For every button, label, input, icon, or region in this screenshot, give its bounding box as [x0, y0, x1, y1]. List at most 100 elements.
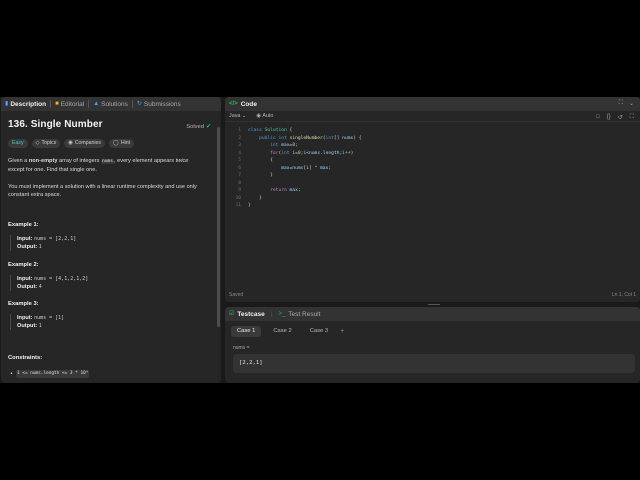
- code-panel: </> Code ⛶ ⌄ Java ⌄ ◉ Auto □ {} ↺ ⛶ 1 2 …: [225, 97, 640, 302]
- input-value: nums = [1]: [34, 315, 65, 321]
- example-output: Output: 1: [17, 322, 64, 330]
- output-label: Output:: [17, 244, 38, 250]
- input-label: Input:: [17, 236, 33, 242]
- tab-testcase[interactable]: Testcase: [237, 311, 264, 318]
- testcase-input[interactable]: [2,2,1]: [233, 354, 635, 373]
- line-number: 2: [238, 135, 241, 141]
- problem-title[interactable]: 136. Single Number: [8, 120, 103, 130]
- maximize-icon[interactable]: ⛶: [619, 100, 623, 107]
- line-number: 11: [235, 203, 241, 208]
- output-value: 4: [38, 284, 42, 290]
- check-circle-icon: ✔: [205, 124, 211, 130]
- hint-chip[interactable]: ◯ Hint: [109, 139, 135, 148]
- desc-bold: non-empty: [28, 158, 58, 164]
- tab-separator: [131, 100, 133, 108]
- language-select[interactable]: Java ⌄: [229, 113, 246, 119]
- case-tabs: Case 1 Case 2 Case 3 +: [231, 326, 344, 337]
- tab-submissions[interactable]: ↻ Submissions: [137, 101, 181, 108]
- example-input: Input: nums = [2,2,1]: [17, 235, 76, 243]
- bookmark-icon[interactable]: □: [596, 114, 600, 121]
- fullscreen-icon[interactable]: ⛶: [630, 114, 634, 121]
- topics-chip[interactable]: ◇ Topics: [31, 139, 61, 148]
- companies-chip[interactable]: ◉ Companies: [64, 139, 106, 148]
- constraints-heading: Constraints:: [8, 355, 43, 361]
- code-line: for(int i=0;i<nums.length;i++): [270, 150, 354, 156]
- code-line: int max=0;: [270, 143, 298, 148]
- line-number: 3: [238, 143, 241, 148]
- solved-badge: Solved ✔: [186, 123, 211, 131]
- code-line: max=nums[i] ^ max;: [281, 165, 332, 171]
- desc-italic: twice: [175, 158, 189, 164]
- example-block: Input: nums = [1] Output: 1: [10, 314, 64, 330]
- code-icon: </>: [229, 101, 238, 107]
- panel-controls: ⛶ ⌄: [619, 100, 634, 107]
- line-number: 8: [238, 180, 241, 186]
- lock-icon: ◉: [256, 113, 262, 119]
- tab-separator: [88, 100, 90, 108]
- inline-code: nums: [100, 159, 115, 164]
- resize-handle[interactable]: [428, 304, 440, 305]
- document-icon: ▮: [5, 101, 9, 107]
- example-output: Output: 4: [17, 283, 88, 291]
- tab-solutions[interactable]: ▲ Solutions: [93, 101, 128, 108]
- line-number: 6: [238, 165, 241, 171]
- example-input: Input: nums = [4,1,2,1,2]: [17, 275, 88, 283]
- tab-submissions-label: Submissions: [143, 100, 181, 108]
- history-icon: ↻: [136, 101, 142, 107]
- hint-label: Hint: [120, 140, 131, 146]
- output-label: Output:: [17, 284, 38, 290]
- example-heading: Example 1:: [8, 222, 39, 228]
- description-body: 136. Single Number Solved ✔ Easy ◇ Topic…: [8, 111, 211, 383]
- line-number: 5: [238, 158, 241, 163]
- code-panel-title: Code: [240, 100, 257, 108]
- tab-separator: |: [270, 310, 273, 318]
- example-heading: Example 2:: [8, 262, 39, 268]
- case-tab-3[interactable]: Case 3: [304, 326, 334, 337]
- testcase-header: ☑ Testcase | >_ Test Result: [225, 307, 640, 321]
- case-tab-1[interactable]: Case 1: [231, 326, 262, 337]
- companies-label: Companies: [74, 140, 102, 146]
- code-editor[interactable]: 1 2 3 4 5 6 7 8 9 10 11 class Solution {…: [225, 127, 640, 287]
- constraint-item: • 1 <= nums.length <= 3 * 10⁴: [10, 370, 90, 378]
- input-label: Input:: [17, 315, 33, 321]
- case-tab-2[interactable]: Case 2: [267, 326, 297, 337]
- output-value: 1: [38, 323, 42, 329]
- tab-test-result[interactable]: Test Result: [288, 311, 320, 318]
- tag-icon: ◇: [35, 140, 40, 146]
- code-line: class Solution {: [248, 128, 293, 133]
- code-line: return max;: [270, 188, 301, 193]
- code-line: public int singleNumber(int[] nums) {: [259, 135, 362, 141]
- desc-text: , every element appears: [114, 158, 176, 164]
- description-paragraph-2: You must implement a solution with a lin…: [8, 184, 197, 198]
- reset-icon[interactable]: ↺: [618, 114, 623, 121]
- tab-description[interactable]: ▮ Description: [5, 101, 46, 108]
- cursor-position: Ln 1, Col 1: [611, 292, 636, 298]
- tab-separator: [50, 100, 52, 108]
- scrollbar[interactable]: [217, 127, 220, 327]
- line-number: 4: [238, 150, 241, 156]
- problem-chips: Easy ◇ Topics ◉ Companies ◯ Hint: [8, 139, 135, 148]
- example-heading: Example 3:: [8, 301, 39, 307]
- lightbulb-icon: ◯: [113, 140, 119, 146]
- line-number: 1: [238, 128, 241, 133]
- code-line: }: [248, 203, 251, 208]
- collapse-icon[interactable]: ⌄: [629, 100, 634, 107]
- code-line: {: [248, 158, 273, 163]
- auto-mode[interactable]: ◉ Auto: [256, 113, 273, 119]
- tab-solutions-label: Solutions: [101, 100, 128, 108]
- language-label: Java: [229, 113, 241, 119]
- tab-editorial[interactable]: ■ Editorial: [55, 101, 84, 108]
- flask-icon: ▲: [93, 101, 100, 107]
- description-tabs: ▮ Description ■ Editorial ▲ Solutions ↻ …: [1, 97, 221, 111]
- add-case-icon[interactable]: +: [340, 328, 344, 335]
- testcase-panel: ☑ Testcase | >_ Test Result Case 1 Case …: [225, 307, 640, 383]
- braces-icon[interactable]: {}: [607, 114, 611, 121]
- example-block: Input: nums = [4,1,2,1,2] Output: 4: [10, 275, 88, 291]
- example-input: Input: nums = [1]: [17, 314, 64, 322]
- tab-editorial-label: Editorial: [60, 100, 85, 108]
- line-number: 10: [235, 195, 241, 201]
- auto-mode-label: Auto: [262, 113, 274, 119]
- terminal-icon: >_: [278, 311, 286, 317]
- example-output: Output: 1: [17, 243, 76, 251]
- line-number: 7: [238, 173, 241, 178]
